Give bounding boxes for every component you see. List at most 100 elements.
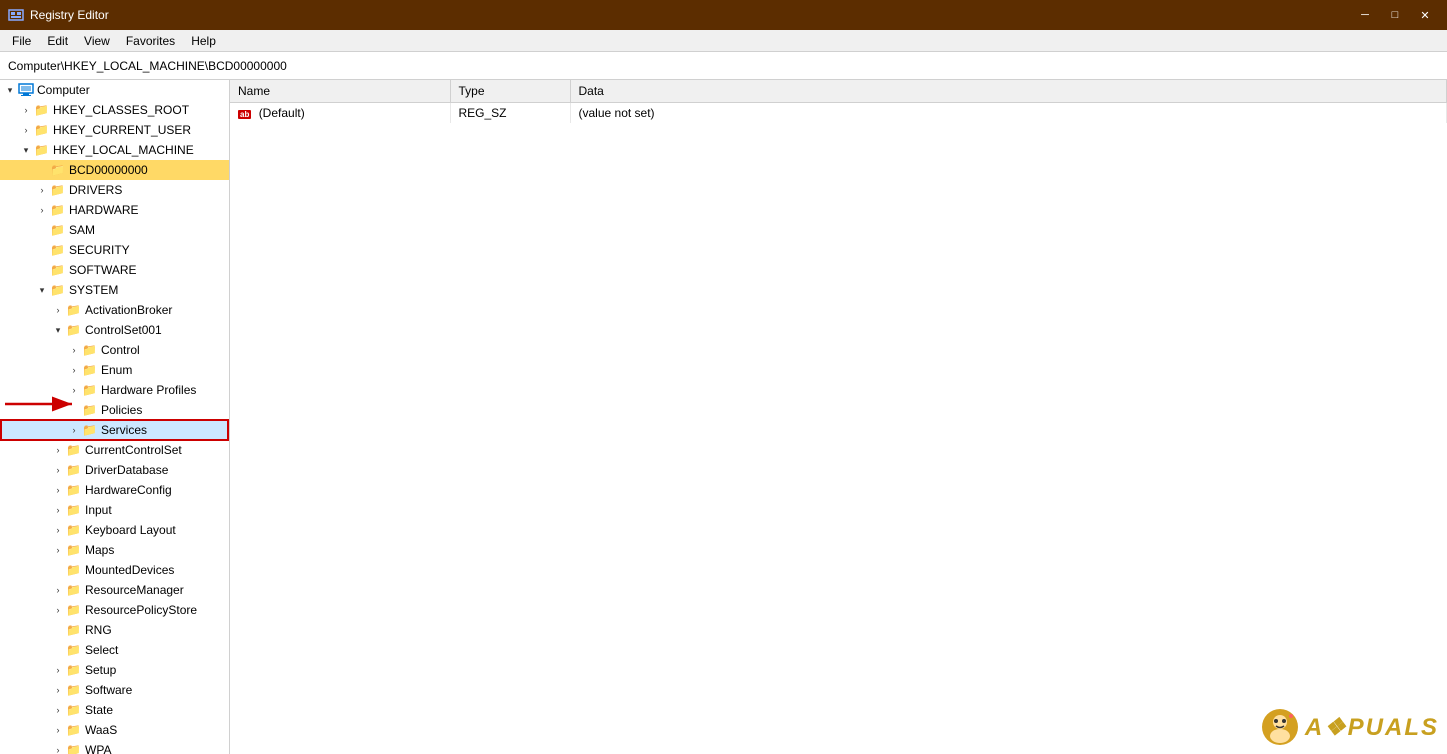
expand-services[interactable]: › <box>66 422 82 438</box>
expand-resource-policy[interactable]: › <box>50 602 66 618</box>
tree-input[interactable]: › 📁 Input <box>0 500 229 520</box>
tree-enum[interactable]: › 📁 Enum <box>0 360 229 380</box>
expand-control[interactable]: › <box>66 342 82 358</box>
tree-hkey-local-machine[interactable]: ▾ 📁 HKEY_LOCAL_MACHINE <box>0 140 229 160</box>
folder-icon-state: 📁 <box>66 703 82 717</box>
tree-drivers[interactable]: › 📁 DRIVERS <box>0 180 229 200</box>
tree-services[interactable]: › 📁 Services <box>0 420 229 440</box>
expand-driver-database[interactable]: › <box>50 462 66 478</box>
tree-system[interactable]: ▾ 📁 SYSTEM <box>0 280 229 300</box>
folder-icon-hardware: 📁 <box>50 203 66 217</box>
tree-wpa[interactable]: › 📁 WPA <box>0 740 229 754</box>
tree-keyboard-layout[interactable]: › 📁 Keyboard Layout <box>0 520 229 540</box>
tree-sam[interactable]: 📁 SAM <box>0 220 229 240</box>
tree-driver-database[interactable]: › 📁 DriverDatabase <box>0 460 229 480</box>
folder-icon-hw-profiles: 📁 <box>82 383 98 397</box>
tree-software-node[interactable]: › 📁 Software <box>0 680 229 700</box>
mounted-devices-label: MountedDevices <box>85 563 174 577</box>
tree-hkey-current-user[interactable]: › 📁 HKEY_CURRENT_USER <box>0 120 229 140</box>
input-label: Input <box>85 503 112 517</box>
tree-computer[interactable]: ▾ Computer <box>0 80 229 100</box>
tree-security[interactable]: 📁 SECURITY <box>0 240 229 260</box>
tree-resource-manager[interactable]: › 📁 ResourceManager <box>0 580 229 600</box>
app-icon <box>8 7 24 23</box>
menu-edit[interactable]: Edit <box>39 32 76 50</box>
title-bar-left: Registry Editor <box>8 7 109 23</box>
table-row[interactable]: ab (Default) REG_SZ (value not set) <box>230 102 1447 123</box>
menu-help[interactable]: Help <box>183 32 224 50</box>
expand-controlset001[interactable]: ▾ <box>50 322 66 338</box>
expand-computer[interactable]: ▾ <box>2 82 18 98</box>
expand-hardware-profiles[interactable]: › <box>66 382 82 398</box>
expand-hardware-config[interactable]: › <box>50 482 66 498</box>
folder-icon-services: 📁 <box>82 423 98 437</box>
folder-icon-enum: 📁 <box>82 363 98 377</box>
activation-broker-label: ActivationBroker <box>85 303 172 317</box>
hkey-current-user-label: HKEY_CURRENT_USER <box>53 123 191 137</box>
hardware-label: HARDWARE <box>69 203 139 217</box>
tree-select[interactable]: 📁 Select <box>0 640 229 660</box>
main-content: ▾ Computer › 📁 HKEY_CLASSES_ROOT › 📁 HKE… <box>0 80 1447 754</box>
tree-waas[interactable]: › 📁 WaaS <box>0 720 229 740</box>
tree-panel[interactable]: ▾ Computer › 📁 HKEY_CLASSES_ROOT › 📁 HKE… <box>0 80 230 754</box>
tree-resource-policy-store[interactable]: › 📁 ResourcePolicyStore <box>0 600 229 620</box>
hardware-profiles-label: Hardware Profiles <box>101 383 196 397</box>
expand-enum[interactable]: › <box>66 362 82 378</box>
computer-icon <box>18 83 34 97</box>
expand-hkey-local-machine[interactable]: ▾ <box>18 142 34 158</box>
tree-state[interactable]: › 📁 State <box>0 700 229 720</box>
tree-activation-broker[interactable]: › 📁 ActivationBroker <box>0 300 229 320</box>
tree-control[interactable]: › 📁 Control <box>0 340 229 360</box>
expand-activation-broker[interactable]: › <box>50 302 66 318</box>
expand-waas[interactable]: › <box>50 722 66 738</box>
minimize-button[interactable]: ─ <box>1351 5 1379 25</box>
hkey-local-machine-label: HKEY_LOCAL_MACHINE <box>53 143 194 157</box>
close-button[interactable]: ✕ <box>1411 5 1439 25</box>
expand-system[interactable]: ▾ <box>34 282 50 298</box>
col-header-name: Name <box>230 80 450 102</box>
expand-wpa[interactable]: › <box>50 742 66 754</box>
tree-bcd[interactable]: 📁 BCD00000000 <box>0 160 229 180</box>
reg-name-cell: ab (Default) <box>230 102 450 123</box>
menu-view[interactable]: View <box>76 32 118 50</box>
expand-keyboard-layout[interactable]: › <box>50 522 66 538</box>
tree-current-controlset[interactable]: › 📁 CurrentControlSet <box>0 440 229 460</box>
folder-icon-mounted: 📁 <box>66 563 82 577</box>
tree-controlset001[interactable]: ▾ 📁 ControlSet001 <box>0 320 229 340</box>
tree-hardware-profiles[interactable]: › 📁 Hardware Profiles <box>0 380 229 400</box>
expand-current-controlset[interactable]: › <box>50 442 66 458</box>
menu-bar: File Edit View Favorites Help <box>0 30 1447 52</box>
tree-rng[interactable]: 📁 RNG <box>0 620 229 640</box>
folder-icon-resource-mgr: 📁 <box>66 583 82 597</box>
folder-icon-wpa: 📁 <box>66 743 82 754</box>
services-label: Services <box>101 423 147 437</box>
folder-icon-policies: 📁 <box>82 403 98 417</box>
tree-setup[interactable]: › 📁 Setup <box>0 660 229 680</box>
security-label: SECURITY <box>69 243 130 257</box>
maximize-button[interactable]: □ <box>1381 5 1409 25</box>
expand-input[interactable]: › <box>50 502 66 518</box>
expand-state[interactable]: › <box>50 702 66 718</box>
expand-hkey-classes-root[interactable]: › <box>18 102 34 118</box>
menu-file[interactable]: File <box>4 32 39 50</box>
expand-hkey-current-user[interactable]: › <box>18 122 34 138</box>
tree-software[interactable]: 📁 SOFTWARE <box>0 260 229 280</box>
expand-software-node[interactable]: › <box>50 682 66 698</box>
folder-icon-keyboard: 📁 <box>66 523 82 537</box>
tree-mounted-devices[interactable]: 📁 MountedDevices <box>0 560 229 580</box>
tree-maps[interactable]: › 📁 Maps <box>0 540 229 560</box>
folder-icon-security: 📁 <box>50 243 66 257</box>
folder-icon-local-machine: 📁 <box>34 143 50 157</box>
tree-policies[interactable]: 📁 Policies <box>0 400 229 420</box>
expand-hardware[interactable]: › <box>34 202 50 218</box>
tree-hardware[interactable]: › 📁 HARDWARE <box>0 200 229 220</box>
tree-hardware-config[interactable]: › 📁 HardwareConfig <box>0 480 229 500</box>
expand-drivers[interactable]: › <box>34 182 50 198</box>
setup-label: Setup <box>85 663 116 677</box>
expand-setup[interactable]: › <box>50 662 66 678</box>
tree-hkey-classes-root[interactable]: › 📁 HKEY_CLASSES_ROOT <box>0 100 229 120</box>
folder-icon-input: 📁 <box>66 503 82 517</box>
expand-maps[interactable]: › <box>50 542 66 558</box>
expand-resource-manager[interactable]: › <box>50 582 66 598</box>
menu-favorites[interactable]: Favorites <box>118 32 183 50</box>
